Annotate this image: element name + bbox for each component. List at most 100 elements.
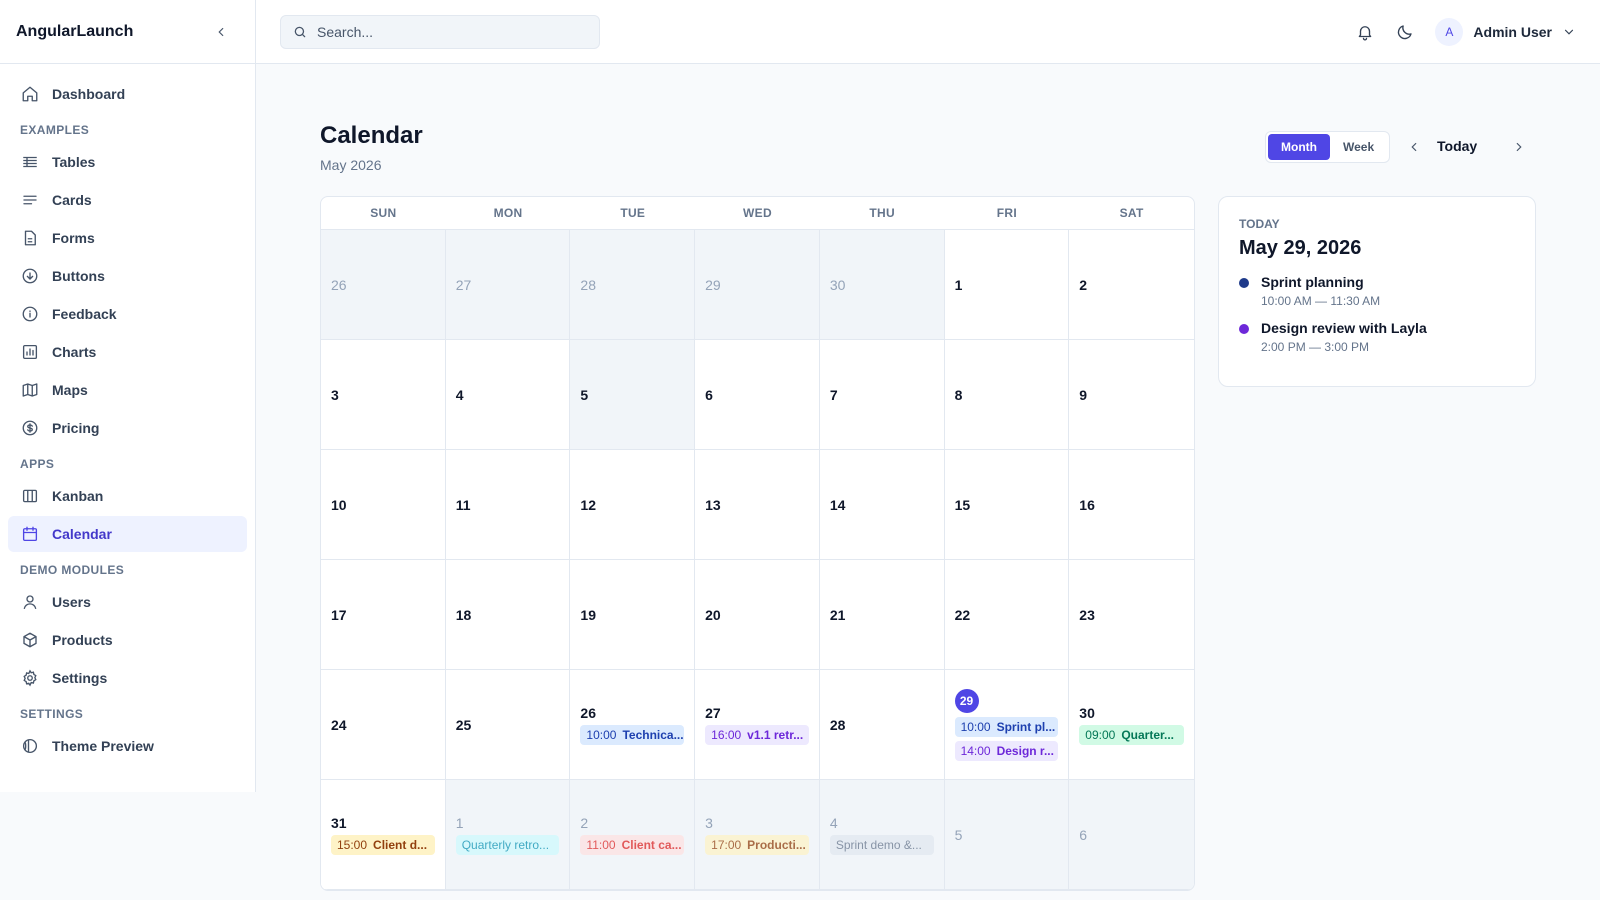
- calendar-day-cell[interactable]: 6: [695, 340, 820, 450]
- calendar-day-cell[interactable]: 26 10:00 Technica...: [570, 670, 696, 780]
- calendar-day-cell[interactable]: 12: [570, 450, 696, 560]
- agenda-item[interactable]: Design review with Layla 2:00 PM — 3:00 P…: [1239, 320, 1515, 354]
- sidebar-item-label: Forms: [52, 230, 95, 246]
- calendar-day-cell[interactable]: 9: [1069, 340, 1194, 450]
- calendar-day-cell[interactable]: 30: [819, 230, 945, 340]
- day-number: 27: [455, 276, 472, 293]
- search-box[interactable]: [280, 14, 600, 49]
- calendar-day-cell[interactable]: 8: [944, 340, 1070, 450]
- today-button[interactable]: Today: [1437, 138, 1477, 154]
- calendar-day-cell[interactable]: 13: [695, 450, 820, 560]
- calendar-day-cell[interactable]: 2 11:00 Client ca...: [570, 780, 696, 890]
- moon-icon[interactable]: [1395, 22, 1415, 42]
- sidebar-item-products[interactable]: Products: [8, 622, 247, 658]
- day-number: 4: [455, 386, 464, 403]
- calendar-day-cell[interactable]: 14: [819, 450, 945, 560]
- calendar-event[interactable]: 10:00 Technica...: [580, 724, 685, 745]
- sidebar-item-forms[interactable]: Forms: [8, 220, 247, 256]
- sidebar-item-calendar[interactable]: Calendar: [8, 516, 247, 552]
- day-number: 6: [705, 386, 713, 403]
- search-input[interactable]: [317, 23, 587, 40]
- calendar-days: 26 27 28 29 30 1 2 3 4 5 6 7 8 9 10 11 12 13 14 15 16 17 18 19 2…: [321, 230, 1194, 890]
- weekday-label: WED: [743, 206, 772, 220]
- calendar-day-cell[interactable]: 10: [321, 450, 446, 560]
- calendar-day-cell[interactable]: 22: [944, 560, 1070, 670]
- calendar-day-cell[interactable]: 20: [695, 560, 820, 670]
- calendar-day-cell[interactable]: 2: [1069, 230, 1194, 340]
- month-view-button[interactable]: Month: [1268, 134, 1330, 160]
- sidebar-item-maps[interactable]: Maps: [8, 372, 247, 408]
- weekday-header-row: SUN MON TUE WED THU FRI SAT: [321, 197, 1194, 230]
- calendar-day-cell[interactable]: 27 16:00 v1.1 retr...: [695, 670, 820, 780]
- calendar-day-cell[interactable]: 16: [1069, 450, 1194, 560]
- sidebar-item-label: Buttons: [52, 268, 105, 284]
- calendar-day-cell[interactable]: 24: [321, 670, 446, 780]
- calendar-day-cell[interactable]: 26: [321, 230, 446, 340]
- sidebar-item-feedback[interactable]: Feedback: [8, 296, 247, 332]
- event-title: Sprint pl...: [996, 719, 1056, 734]
- week-view-button[interactable]: Week: [1330, 134, 1387, 160]
- event-title: Quarter...: [1121, 727, 1174, 742]
- calendar-event[interactable]: 16:00 v1.1 retr...: [705, 724, 809, 745]
- calendar-event[interactable]: 11:00 Client ca...: [580, 834, 685, 855]
- calendar-day-cell[interactable]: 23: [1069, 560, 1194, 670]
- sidebar-item-users[interactable]: Users: [8, 584, 247, 620]
- collapse-sidebar-button[interactable]: [211, 22, 231, 42]
- sidebar-item-label: Charts: [52, 344, 97, 360]
- calendar-day-cell[interactable]: 28: [570, 230, 696, 340]
- agenda-item-time: 10:00 AM — 11:30 AM: [1261, 294, 1381, 308]
- sidebar-item-theme-preview[interactable]: Theme Preview: [8, 728, 247, 764]
- next-month-button[interactable]: [1510, 138, 1528, 156]
- calendar-day-cell[interactable]: 18: [445, 560, 571, 670]
- bell-icon[interactable]: [1355, 22, 1375, 42]
- calendar-event[interactable]: 10:00 Sprint pl...: [954, 716, 1059, 737]
- calendar-event[interactable]: 15:00 Client d...: [331, 834, 435, 855]
- sidebar-item-tables[interactable]: Tables: [8, 144, 247, 180]
- calendar-day-cell[interactable]: 3: [321, 340, 446, 450]
- sidebar-item-pricing[interactable]: Pricing: [8, 410, 247, 446]
- calendar-day-cell[interactable]: 25: [445, 670, 571, 780]
- sidebar-section-demo-modules: DEMO MODULES: [20, 563, 125, 577]
- calendar-event[interactable]: Sprint demo &...: [829, 834, 934, 855]
- calendar-day-cell[interactable]: 1: [944, 230, 1070, 340]
- calendar-day-cell[interactable]: 11: [445, 450, 571, 560]
- sidebar-item-dashboard[interactable]: Dashboard: [8, 76, 247, 112]
- map-icon: [20, 380, 40, 400]
- calendar-day-cell[interactable]: 27: [445, 230, 571, 340]
- sidebar-item-charts[interactable]: Charts: [8, 334, 247, 370]
- calendar-day-cell[interactable]: 5: [570, 340, 696, 450]
- calendar-day-cell[interactable]: 6: [1069, 780, 1194, 890]
- agenda-item-title: Sprint planning: [1261, 274, 1364, 290]
- calendar-day-cell[interactable]: 19: [570, 560, 696, 670]
- event-time: 16:00: [711, 727, 742, 742]
- agenda-item[interactable]: Sprint planning 10:00 AM — 11:30 AM: [1239, 274, 1515, 308]
- calendar-event[interactable]: 14:00 Design r...: [954, 740, 1059, 761]
- previous-month-button[interactable]: [1405, 138, 1423, 156]
- calendar-day-cell[interactable]: 30 09:00 Quarter...: [1069, 670, 1194, 780]
- calendar-event[interactable]: Quarterly retro...: [455, 834, 560, 855]
- sidebar-item-kanban[interactable]: Kanban: [8, 478, 247, 514]
- calendar-event[interactable]: 17:00 Producti...: [705, 834, 809, 855]
- calendar-day-cell[interactable]: 29: [695, 230, 820, 340]
- sidebar-item-settings[interactable]: Settings: [8, 660, 247, 696]
- sidebar-item-buttons[interactable]: Buttons: [8, 258, 247, 294]
- calendar-day-cell[interactable]: 15: [944, 450, 1070, 560]
- calendar-day-cell[interactable]: 4 Sprint demo &...: [819, 780, 945, 890]
- calendar-day-cell[interactable]: 3 17:00 Producti...: [695, 780, 820, 890]
- calendar-day-cell[interactable]: 4: [445, 340, 571, 450]
- calendar-day-cell[interactable]: 29 10:00 Sprint pl... 14:00 Design r...: [944, 670, 1070, 780]
- calendar-event[interactable]: 09:00 Quarter...: [1079, 724, 1184, 745]
- calendar-day-cell[interactable]: 28: [819, 670, 945, 780]
- document-icon: [20, 228, 40, 248]
- calendar-day-cell[interactable]: 21: [819, 560, 945, 670]
- chevron-left-icon: [218, 27, 224, 36]
- calendar-day-cell[interactable]: 5: [944, 780, 1070, 890]
- calendar-day-cell[interactable]: 17: [321, 560, 446, 670]
- weekday-label: TUE: [620, 206, 646, 220]
- calendar-day-cell[interactable]: 31 15:00 Client d...: [321, 780, 446, 890]
- user-menu[interactable]: A Admin User: [1435, 17, 1576, 46]
- sidebar-item-cards[interactable]: Cards: [8, 182, 247, 218]
- day-number: 28: [829, 716, 846, 733]
- calendar-day-cell[interactable]: 1 Quarterly retro...: [445, 780, 571, 890]
- calendar-day-cell[interactable]: 7: [819, 340, 945, 450]
